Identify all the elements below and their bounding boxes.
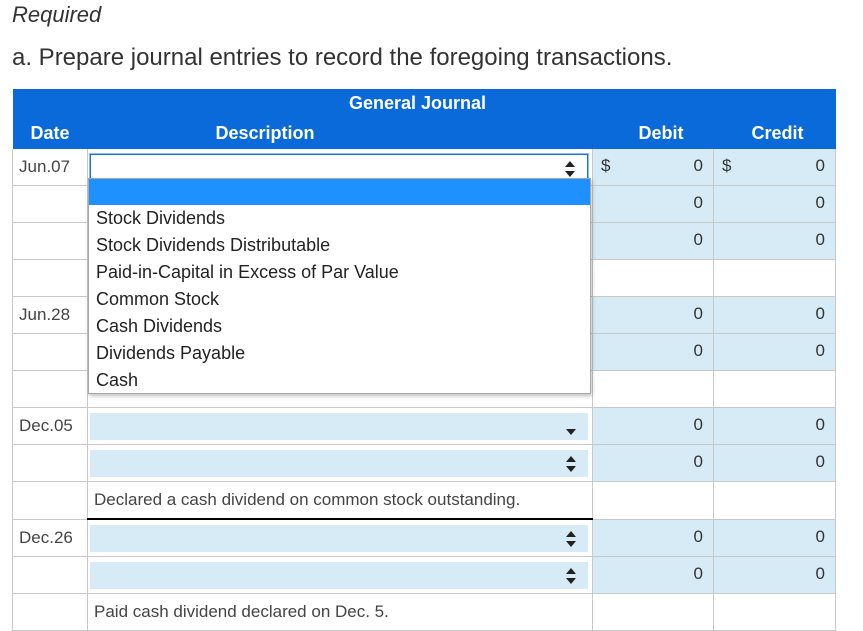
- dropdown-option-stock-dividends-distributable[interactable]: Stock Dividends Distributable: [89, 232, 590, 259]
- debit-input[interactable]: $0: [592, 149, 714, 186]
- account-select[interactable]: [90, 524, 588, 552]
- date-cell: [12, 185, 88, 223]
- date-cell: Dec.05: [12, 407, 88, 445]
- account-dropdown-list[interactable]: Stock Dividends Stock Dividends Distribu…: [88, 178, 591, 394]
- date-cell: [12, 556, 88, 594]
- credit-cell: [713, 259, 836, 297]
- date-cell: Dec.26: [12, 519, 88, 557]
- table-row: Dec.26 0 0: [12, 519, 836, 557]
- narration-text[interactable]: Declared a cash dividend on common stock…: [90, 486, 588, 514]
- currency-symbol: $: [722, 156, 732, 175]
- account-select[interactable]: [90, 561, 588, 589]
- credit-input[interactable]: 0: [713, 185, 836, 223]
- select-arrows-icon: [566, 530, 576, 547]
- date-cell: [12, 481, 88, 520]
- narration-text[interactable]: Paid cash dividend declared on Dec. 5.: [90, 598, 588, 626]
- select-arrows-icon: [566, 455, 576, 472]
- credit-input[interactable]: 0: [713, 222, 836, 260]
- date-cell: [12, 259, 88, 297]
- dropdown-option-common-stock[interactable]: Common Stock: [89, 286, 590, 313]
- date-cell: [12, 222, 88, 260]
- debit-input[interactable]: 0: [592, 519, 714, 557]
- credit-input[interactable]: 0: [713, 333, 836, 371]
- debit-cell: [592, 593, 714, 631]
- debit-input[interactable]: 0: [592, 556, 714, 594]
- dropdown-option-paid-in-capital[interactable]: Paid-in-Capital in Excess of Par Value: [89, 259, 590, 286]
- date-cell: [12, 333, 88, 371]
- credit-cell: [713, 481, 836, 520]
- debit-input[interactable]: 0: [592, 444, 714, 482]
- dropdown-option-stock-dividends[interactable]: Stock Dividends: [89, 205, 590, 232]
- select-arrow-down-icon: [566, 419, 576, 435]
- column-header-date: Date: [12, 117, 88, 149]
- journal-title: General Journal: [87, 89, 593, 117]
- instruction-text: a. Prepare journal entries to record the…: [12, 44, 673, 71]
- currency-symbol: $: [601, 156, 611, 175]
- debit-cell: [592, 259, 714, 297]
- credit-input[interactable]: 0: [713, 444, 836, 482]
- dropdown-option-dividends-payable[interactable]: Dividends Payable: [89, 340, 590, 367]
- account-select[interactable]: [90, 153, 588, 181]
- column-header-debit: Debit: [592, 117, 714, 149]
- credit-cell: [713, 370, 836, 408]
- debit-cell: [592, 481, 714, 520]
- date-cell: [12, 593, 88, 631]
- table-row: Paid cash dividend declared on Dec. 5.: [12, 593, 836, 631]
- account-select[interactable]: [90, 449, 588, 477]
- credit-input[interactable]: 0: [713, 296, 836, 334]
- credit-input[interactable]: 0: [713, 519, 836, 557]
- dropdown-option-cash[interactable]: Cash: [89, 367, 590, 394]
- date-cell: [12, 444, 88, 482]
- account-select[interactable]: [90, 412, 588, 440]
- dropdown-option-blank-selected[interactable]: [89, 179, 590, 205]
- table-row: Dec.05 0 0: [12, 407, 836, 445]
- table-row: 0 0: [12, 444, 836, 482]
- select-arrows-icon: [566, 567, 576, 584]
- debit-input[interactable]: 0: [592, 407, 714, 445]
- credit-input[interactable]: $0: [713, 149, 836, 186]
- credit-input[interactable]: 0: [713, 556, 836, 594]
- date-cell: [12, 370, 88, 408]
- column-header-description: Description: [87, 117, 593, 149]
- credit-cell: [713, 593, 836, 631]
- table-row: 0 0: [12, 556, 836, 594]
- credit-input[interactable]: 0: [713, 407, 836, 445]
- debit-input[interactable]: 0: [592, 185, 714, 223]
- column-header-credit: Credit: [713, 117, 836, 149]
- date-cell: Jun.07: [12, 149, 88, 186]
- debit-input[interactable]: 0: [592, 296, 714, 334]
- dropdown-option-cash-dividends[interactable]: Cash Dividends: [89, 313, 590, 340]
- select-arrows-icon: [565, 160, 575, 177]
- debit-cell: [592, 370, 714, 408]
- table-row: Declared a cash dividend on common stock…: [12, 481, 836, 520]
- required-label: Required: [12, 2, 102, 27]
- debit-input[interactable]: 0: [592, 333, 714, 371]
- debit-input[interactable]: 0: [592, 222, 714, 260]
- date-cell: Jun.28: [12, 296, 88, 334]
